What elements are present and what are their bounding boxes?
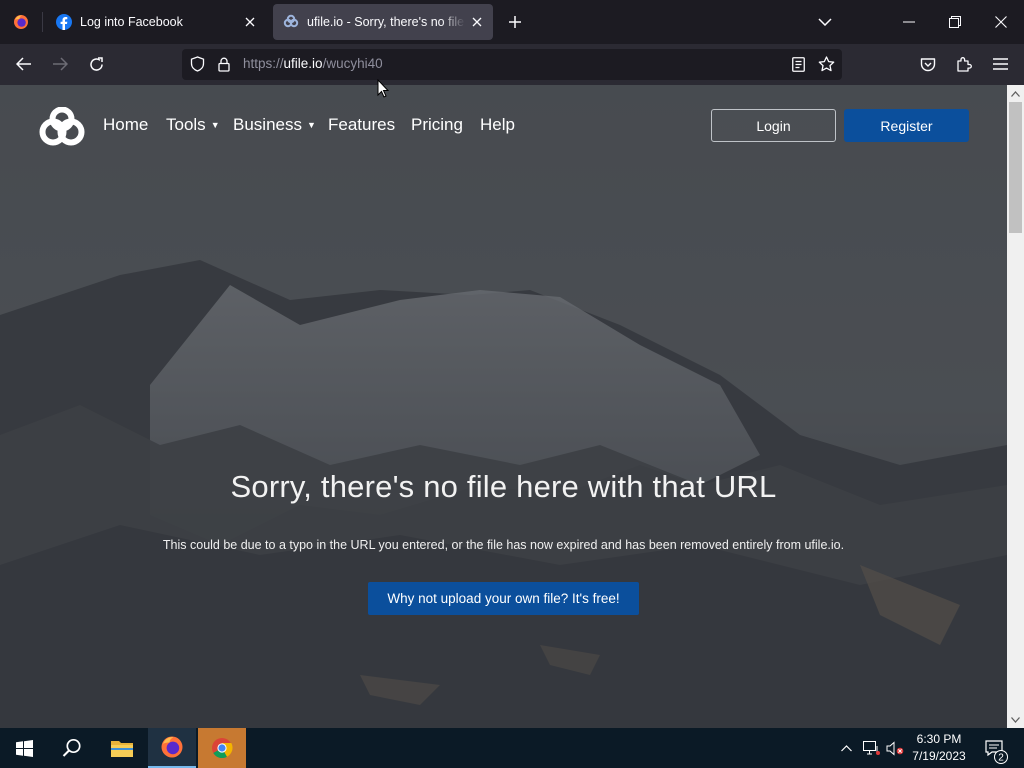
page-viewport: Home Tools ▼ Business ▼ Features Pricing H…: [0, 85, 1007, 728]
facebook-icon: [56, 14, 72, 30]
nav-business[interactable]: Business ▼: [233, 115, 316, 135]
taskbar-clock[interactable]: 6:30 PM 7/19/2023: [905, 731, 973, 765]
chevron-down-icon: ▼: [306, 120, 316, 130]
windows-taskbar: 6:30 PM 7/19/2023: [0, 728, 1024, 768]
error-description: This could be due to a typo in the URL y…: [162, 538, 845, 552]
nav-tools-label: Tools: [166, 115, 206, 134]
url-bar[interactable]: https://ufile.io/wucyhi40: [182, 49, 842, 80]
tab-title: ufile.io - Sorry, there's no file here: [307, 15, 465, 29]
reload-icon[interactable]: [81, 49, 111, 79]
back-arrow-icon[interactable]: [9, 49, 39, 79]
ufile-logo-icon[interactable]: [38, 107, 86, 147]
tray-chevron-up-icon[interactable]: [836, 728, 856, 768]
nav-pricing[interactable]: Pricing: [411, 115, 463, 135]
clock-time: 6:30 PM: [916, 732, 962, 746]
network-icon[interactable]: [860, 728, 882, 768]
nav-help[interactable]: Help: [480, 115, 515, 135]
tab-facebook[interactable]: Log into Facebook: [46, 4, 266, 40]
upload-cta-button[interactable]: Why not upload your own file? It's free!: [368, 582, 639, 615]
restore-icon[interactable]: [932, 0, 978, 44]
forward-arrow-icon[interactable]: [45, 49, 75, 79]
close-window-icon[interactable]: [978, 0, 1024, 44]
url-scheme: https://: [243, 56, 284, 71]
pocket-icon[interactable]: [913, 49, 943, 79]
notification-count-badge: 2: [994, 750, 1008, 764]
reader-view-icon[interactable]: [789, 55, 807, 73]
list-all-tabs-chevron-icon[interactable]: [812, 9, 838, 35]
scroll-down-arrow-icon[interactable]: [1007, 711, 1024, 728]
tracking-shield-icon[interactable]: [188, 55, 206, 73]
url-path: /wucyhi40: [322, 56, 383, 71]
tab-title: Log into Facebook: [80, 15, 183, 29]
url-text[interactable]: https://ufile.io/wucyhi40: [243, 56, 383, 71]
chevron-down-icon: ▼: [210, 120, 220, 130]
page-scrollbar[interactable]: [1007, 85, 1024, 728]
firefox-menu-icon[interactable]: [0, 0, 42, 44]
nav-tools[interactable]: Tools ▼: [166, 115, 220, 135]
file-explorer-icon[interactable]: [98, 728, 146, 768]
firefox-taskbar-icon[interactable]: [148, 728, 196, 768]
browser-toolbar: https://ufile.io/wucyhi40: [0, 44, 1024, 85]
scroll-up-arrow-icon[interactable]: [1007, 85, 1024, 102]
scroll-thumb[interactable]: [1009, 102, 1022, 233]
lock-icon[interactable]: [215, 55, 233, 73]
bookmark-star-icon[interactable]: [817, 55, 835, 73]
search-icon[interactable]: [48, 728, 96, 768]
close-tab-icon[interactable]: [465, 10, 489, 34]
tab-separator: [42, 12, 43, 32]
nav-business-label: Business: [233, 115, 302, 134]
tab-ufile[interactable]: ufile.io - Sorry, there's no file here: [273, 4, 493, 40]
login-button[interactable]: Login: [711, 109, 836, 142]
extensions-puzzle-icon[interactable]: [949, 49, 979, 79]
nav-features[interactable]: Features: [328, 115, 395, 135]
ufile-icon: [283, 14, 299, 28]
chrome-taskbar-icon[interactable]: [198, 728, 246, 768]
mouse-cursor-icon: [377, 79, 389, 98]
hamburger-menu-icon[interactable]: [985, 49, 1015, 79]
url-host: ufile.io: [283, 56, 323, 71]
close-tab-icon[interactable]: [238, 10, 262, 34]
new-tab-plus-icon[interactable]: [502, 9, 528, 35]
clock-date: 7/19/2023: [912, 749, 966, 763]
error-headline: Sorry, there's no file here with that UR…: [230, 469, 777, 504]
minimize-icon[interactable]: [886, 0, 932, 44]
register-button[interactable]: Register: [844, 109, 969, 142]
browser-tab-strip: Log into Facebook ufile.io - Sorry, ther…: [0, 0, 1024, 44]
windows-start-icon[interactable]: [0, 728, 48, 768]
volume-muted-icon[interactable]: [884, 728, 906, 768]
mountain-background-image: [0, 85, 1007, 728]
notification-count: 2: [998, 753, 1004, 764]
nav-home[interactable]: Home: [103, 115, 148, 135]
